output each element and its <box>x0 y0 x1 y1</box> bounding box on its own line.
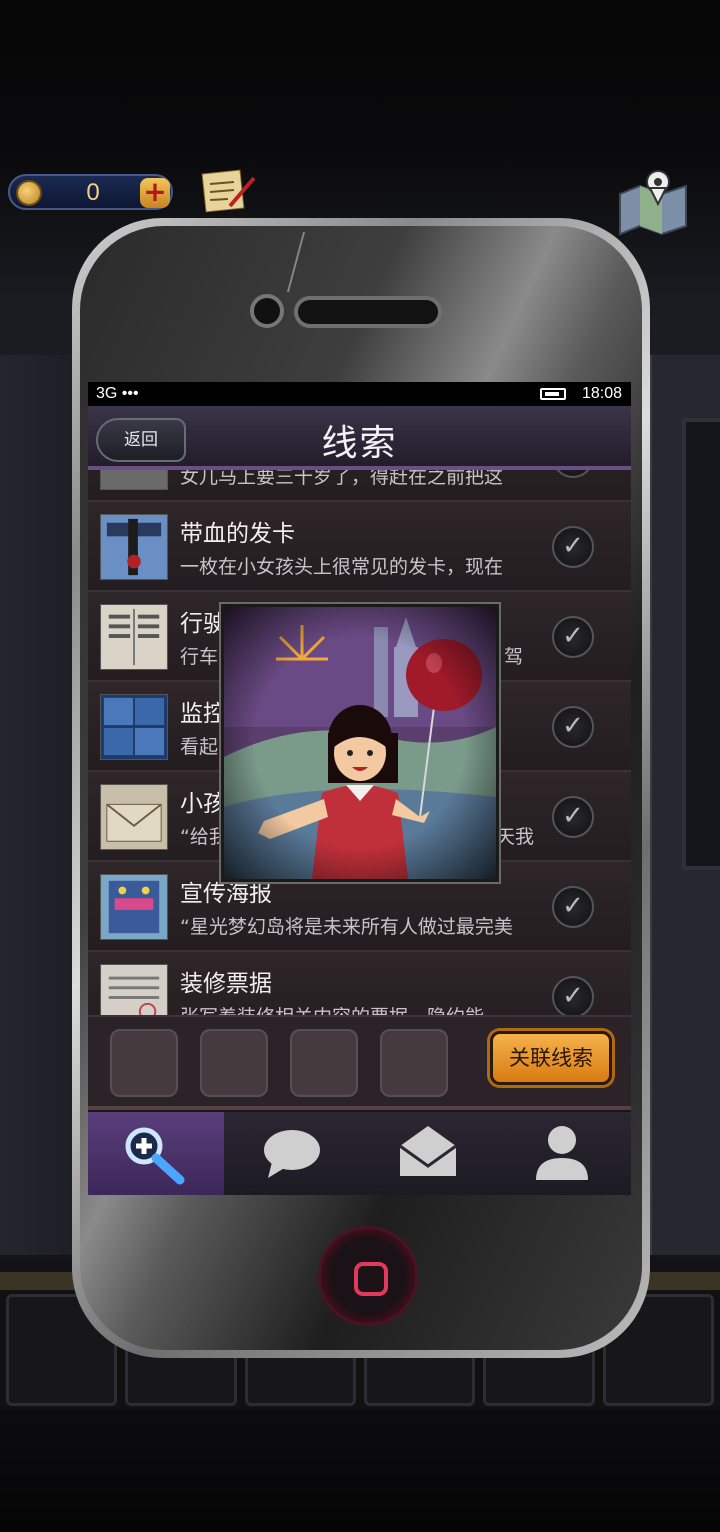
home-square-icon <box>354 1262 388 1296</box>
clue-description: “星光梦幻岛将是未来所有人做过最完美 <box>180 916 513 938</box>
coin-icon <box>16 180 42 206</box>
cctv-thumbnail <box>100 694 168 760</box>
clue-description: 看起 <box>180 736 219 758</box>
clue-description: 行车 <box>180 646 219 668</box>
clue-item[interactable]: 女儿马上要三十岁了，得赶在之前把这 ✓ <box>88 470 631 502</box>
license-thumbnail <box>100 604 168 670</box>
clue-description: 一枚在小女孩头上很常见的发卡，现在 <box>180 556 504 578</box>
clue-name: 装修票据 <box>180 971 272 997</box>
mail-icon <box>399 1126 457 1176</box>
tab-messages[interactable] <box>224 1112 360 1195</box>
hairclip-thumbnail <box>100 514 168 580</box>
clue-name: 行驶 <box>180 611 226 637</box>
clue-slot[interactable] <box>200 1029 268 1097</box>
wall-frame <box>682 418 720 870</box>
tab-search[interactable] <box>88 1112 224 1195</box>
clock: 18:08 <box>582 385 623 402</box>
girl-with-balloon-drawing <box>224 607 496 879</box>
check-icon: ✓ <box>552 470 594 478</box>
check-icon: ✓ <box>552 796 594 838</box>
clue-name: 小孩 <box>180 791 226 817</box>
check-icon: ✓ <box>552 616 594 658</box>
clue-description-tail: 驾 <box>504 646 524 668</box>
clue-image-popup[interactable] <box>221 604 499 882</box>
chat-bubble-icon <box>264 1130 320 1178</box>
clue-slot[interactable] <box>380 1029 448 1097</box>
coin-counter: 0 + <box>8 174 173 210</box>
page-title: 线索 <box>321 423 398 464</box>
link-clues-button[interactable]: 关联线索 <box>490 1031 612 1085</box>
home-button[interactable] <box>318 1226 418 1326</box>
bottom-tab-bar <box>88 1112 631 1195</box>
status-bar: 3G ••• 18:08 <box>88 382 631 406</box>
map-icon[interactable] <box>616 168 690 236</box>
poster-thumbnail <box>100 874 168 940</box>
check-icon: ✓ <box>552 976 594 1015</box>
signal-indicator: 3G ••• <box>96 385 139 402</box>
person-icon <box>536 1126 588 1180</box>
receipt-thumbnail <box>100 964 168 1015</box>
check-icon: ✓ <box>552 526 594 568</box>
check-icon: ✓ <box>552 706 594 748</box>
tab-profile[interactable] <box>496 1112 631 1195</box>
clue-thumbnail <box>100 470 168 490</box>
clue-description: 张写着装修相关内容的票据，隐约能 <box>180 1002 484 1015</box>
earpiece-speaker <box>294 296 442 328</box>
clue-description: 女儿马上要三十岁了，得赶在之前把这 <box>180 470 504 488</box>
clue-item[interactable]: 带血的发卡 一枚在小女孩头上很常见的发卡，现在 ✓ <box>88 502 631 592</box>
clue-slot[interactable] <box>110 1029 178 1097</box>
clue-name: 带血的发卡 <box>180 521 295 547</box>
screen-crack <box>286 232 334 292</box>
clue-description-tail: 天我 <box>496 826 535 848</box>
check-icon: ✓ <box>552 886 594 928</box>
clue-item[interactable]: 装修票据 张写着装修相关内容的票据，隐约能 ✓ <box>88 952 631 1015</box>
clues-header: 返回 线索 <box>88 406 631 470</box>
clue-slot[interactable] <box>290 1029 358 1097</box>
battery-icon <box>540 388 566 400</box>
clue-link-bar: 关联线索 <box>88 1015 631 1110</box>
search-icon <box>125 1127 185 1185</box>
add-coins-button[interactable]: + <box>140 178 170 208</box>
clue-name: 监控 <box>180 701 226 727</box>
notes-icon[interactable] <box>200 168 256 216</box>
tab-mail[interactable] <box>360 1112 496 1195</box>
coin-count: 0 <box>86 179 100 206</box>
envelope-thumbnail <box>100 784 168 850</box>
front-camera <box>250 294 284 328</box>
